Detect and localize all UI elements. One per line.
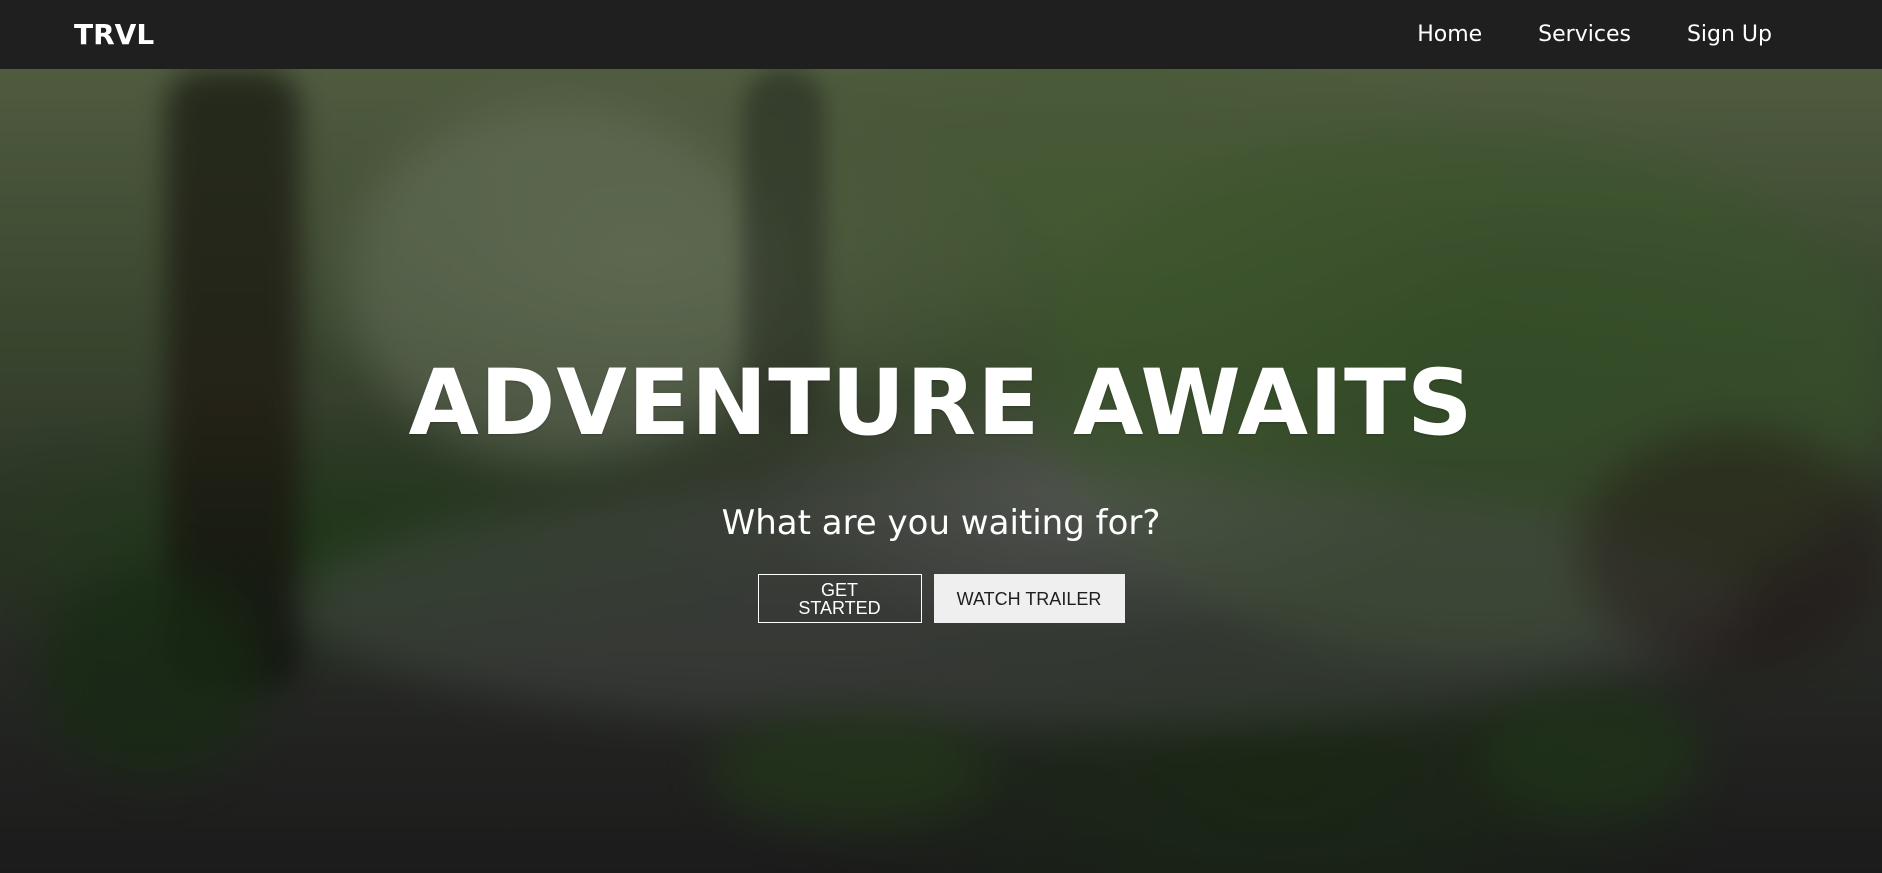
hero-title: ADVENTURE AWAITS — [408, 351, 1474, 456]
top-navbar: TRVL Home Services Sign Up — [0, 0, 1882, 69]
nav-link-sign-up[interactable]: Sign Up — [1687, 23, 1772, 46]
nav-link-home[interactable]: Home — [1417, 23, 1482, 46]
brand-logo[interactable]: TRVL — [74, 18, 154, 51]
main-navigation: Home Services Sign Up — [1417, 23, 1772, 46]
hero-subtitle: What are you waiting for? — [721, 503, 1161, 543]
hero-button-group: GET STARTED WATCH TRAILER — [0, 574, 1882, 623]
hero-section: ADVENTURE AWAITS What are you waiting fo… — [0, 69, 1882, 873]
get-started-button[interactable]: GET STARTED — [757, 574, 922, 623]
watch-trailer-button[interactable]: WATCH TRAILER — [933, 574, 1125, 623]
nav-link-services[interactable]: Services — [1538, 23, 1631, 46]
hero-content: ADVENTURE AWAITS What are you waiting fo… — [0, 69, 1882, 873]
